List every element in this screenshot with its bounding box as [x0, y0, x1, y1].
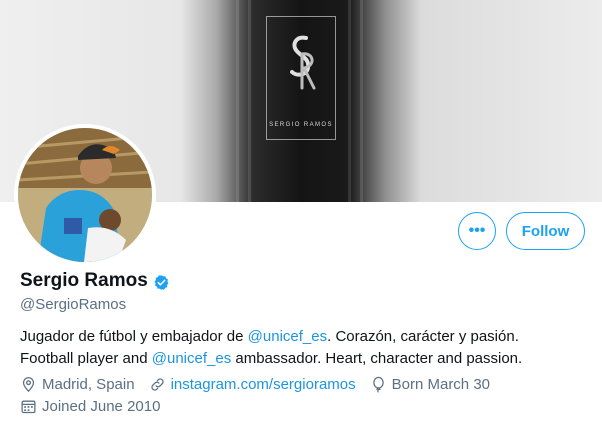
profile-avatar[interactable]	[14, 124, 156, 266]
link-icon	[149, 376, 166, 393]
profile-name: Sergio Ramos	[20, 270, 148, 291]
more-options-icon: •••	[468, 222, 486, 239]
follow-button[interactable]: Follow	[506, 212, 585, 250]
calendar-icon	[20, 398, 37, 415]
bio-line: Football player and @unicef_es ambassado…	[20, 350, 523, 367]
profile-handle: @SergioRamos	[20, 296, 127, 313]
location-pin-icon	[20, 376, 37, 393]
banner-brand-text: SERGIO RAMOS	[269, 122, 333, 128]
profile-website[interactable]: instagram.com/sergioramos	[149, 376, 356, 393]
mention-link[interactable]: @unicef_es	[248, 328, 327, 345]
mention-link[interactable]: @unicef_es	[152, 350, 231, 367]
profile-birthday: Born March 30	[370, 376, 490, 393]
sr-logo-icon	[290, 35, 316, 90]
profile-name-row: Sergio Ramos	[20, 270, 170, 292]
avatar-photo	[18, 128, 152, 262]
profile-meta-row: Madrid, Spain instagram.com/sergioramos …	[20, 376, 504, 393]
website-link[interactable]: instagram.com/sergioramos	[171, 376, 356, 393]
profile-joined-row: Joined June 2010	[20, 398, 174, 415]
profile-location: Madrid, Spain	[20, 376, 135, 393]
profile-joined: Joined June 2010	[20, 398, 160, 415]
more-options-button[interactable]: •••	[458, 212, 496, 250]
profile-bio: Jugador de fútbol y embajador de @unicef…	[20, 326, 590, 370]
bio-line: Jugador de fútbol y embajador de @unicef…	[20, 328, 519, 345]
balloon-icon	[370, 376, 387, 393]
verified-badge-icon	[153, 273, 170, 290]
